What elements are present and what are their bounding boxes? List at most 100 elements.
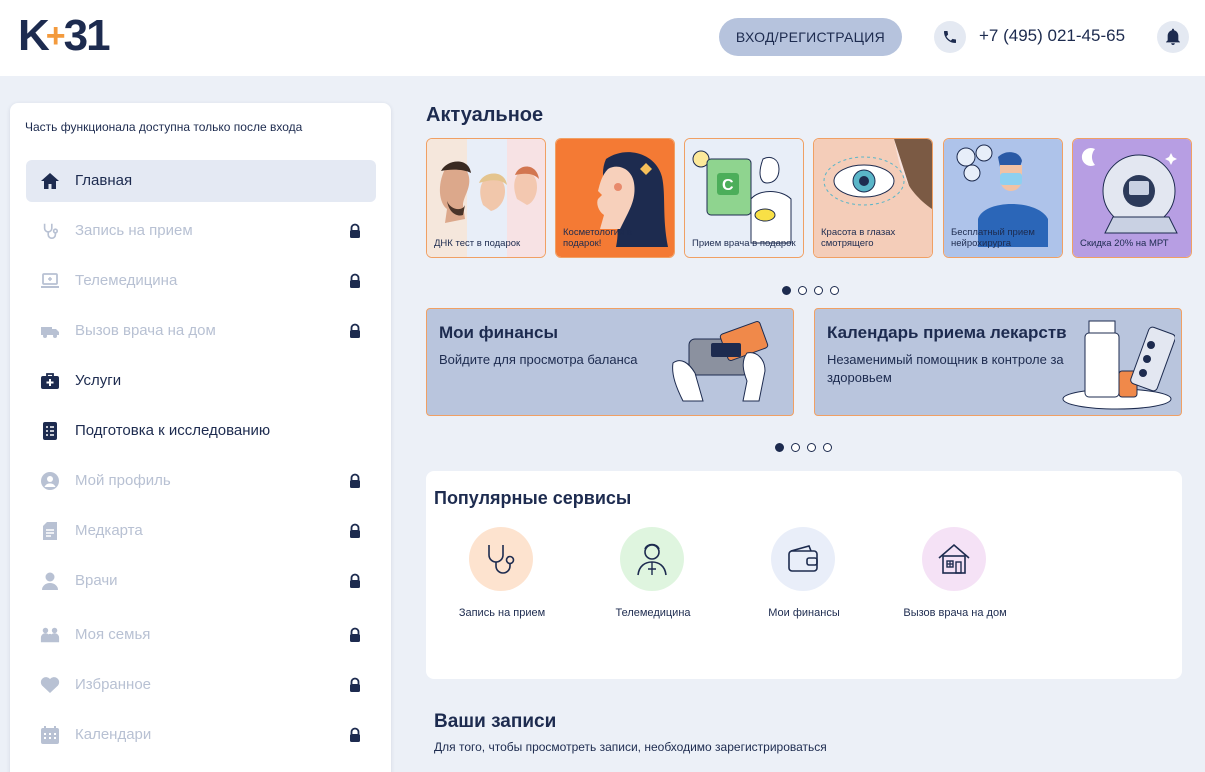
sidebar-item-label: Врачи [75,572,118,589]
sidebar-item-services[interactable]: Услуги [26,360,376,402]
pagination-dot[interactable] [782,286,791,295]
sidebar-item-home[interactable]: Главная [26,160,376,202]
phone-number[interactable]: +7 (495) 021-45-65 [979,26,1125,46]
wallet-icon [788,545,818,572]
lock-icon [350,627,360,642]
sidebar-item-label: Медкарта [75,522,143,539]
pagination-dot[interactable] [807,443,816,452]
pagination-dot[interactable] [830,286,839,295]
sidebar-item-family[interactable]: Моя семья [26,614,376,656]
feature-title: Календарь приема лекарств [827,323,1067,342]
promo-card-dna[interactable]: ДНК тест в подарок [426,138,546,258]
family-icon [40,625,60,645]
svg-text:C: C [722,177,734,194]
lock-icon [350,273,360,288]
login-register-button[interactable]: ВХОД/РЕГИСТРАЦИЯ [719,18,902,56]
finance-card[interactable]: Мои финансы Войдите для просмотра баланс… [426,308,794,416]
lock-icon [350,323,360,338]
doctor-icon [637,543,667,576]
promo-card-neurosurgeon[interactable]: Бесплатный прием нейрохирурга [943,138,1063,258]
sidebar-note: Часть функционала доступна только после … [25,120,303,134]
stethoscope-icon [40,221,60,241]
sidebar-item-medcard[interactable]: Медкарта [26,510,376,552]
service-telemedicine[interactable]: Телемедицина [577,527,729,627]
pagination-dot[interactable] [814,286,823,295]
promo-label: Красота в глазах смотрящего [821,227,896,249]
feature-text: Войдите для просмотра баланса [439,352,638,367]
sidebar-item-label: Мой профиль [75,472,171,489]
pagination-dot[interactable] [798,286,807,295]
sidebar-item-label: Подготовка к исследованию [75,422,271,439]
logo[interactable]: K + 31 [18,11,111,60]
service-label: Мои финансы [768,607,840,619]
pagination-dot[interactable] [791,443,800,452]
lock-icon [350,223,360,238]
lock-icon [350,573,360,588]
sidebar-item-doctors[interactable]: Врачи [26,560,376,602]
sidebar-item-label: Главная [75,172,133,189]
sidebar-item-appointment[interactable]: Запись на прием [26,210,376,252]
pagination-dot[interactable] [823,443,832,452]
promo-pagination [782,286,839,295]
sidebar-item-label: Запись на прием [75,222,193,239]
lock-icon [350,677,360,692]
stethoscope-icon [488,545,515,574]
promo-card-mri[interactable]: Скидка 20% на МРТ [1072,138,1192,258]
promo-card-beauty[interactable]: Красота в глазах смотрящего [813,138,933,258]
service-label: Вызов врача на дом [903,607,1007,619]
services-title: Популярные сервисы [434,488,632,508]
medkit-icon [40,371,60,391]
lock-icon [350,473,360,488]
sidebar-item-favorites[interactable]: Избранное [26,664,376,706]
promo-label: Бесплатный прием нейрохирурга [951,227,1035,249]
sidebar-item-profile[interactable]: Мой профиль [26,460,376,502]
sidebar-item-label: Моя семья [75,626,151,643]
medication-calendar-card[interactable]: Календарь приема лекарств Незаменимый по… [814,308,1182,416]
medcard-icon [40,521,60,541]
records-text: Для того, чтобы просмотреть записи, необ… [434,740,827,754]
service-icon-wrap [469,527,533,591]
feature-text: Незаменимый помощник в контроле за здоро… [827,352,1064,385]
promo-label: Косметология в подарок! [563,227,632,249]
sidebar-item-calendars[interactable]: Календари [26,714,376,756]
calendar-icon [40,725,60,745]
sidebar-item-home-visit[interactable]: Вызов врача на дом [26,310,376,352]
promo-card-cosmetology[interactable]: Косметология в подарок! [555,138,675,258]
bell-icon[interactable] [1157,21,1189,53]
pagination-dot[interactable] [775,443,784,452]
house-icon [938,543,970,574]
service-home-visit[interactable]: Вызов врача на дом [879,527,1031,627]
sidebar-item-label: Телемедицина [75,272,178,289]
service-label: Телемедицина [615,607,691,619]
phone-icon[interactable] [934,21,966,53]
promo-card-doctor-gift[interactable]: C Прием врача в подарок [684,138,804,258]
sidebar-item-label: Избранное [75,676,152,693]
promo-label: Скидка 20% на МРТ [1080,238,1169,249]
home-icon [40,171,60,191]
service-finances[interactable]: Мои финансы [728,527,880,627]
sidebar-item-preparation[interactable]: Подготовка к исследованию [26,410,376,452]
actual-title: Актуальное [426,104,544,126]
pills-illustration [1062,320,1175,410]
ambulance-icon [40,321,60,341]
lock-icon [350,727,360,742]
service-appointment[interactable]: Запись на прием [426,527,578,627]
logo-number: 31 [63,11,111,60]
popular-services: Популярные сервисы Запись на прием Телем… [426,471,1182,679]
sidebar-item-label: Календари [75,726,152,743]
features-pagination [775,443,832,452]
lock-icon [350,523,360,538]
sidebar-item-label: Вызов врача на дом [75,322,216,339]
feature-title: Мои финансы [439,323,559,342]
promo-label: ДНК тест в подарок [434,238,521,249]
checklist-icon [40,421,60,441]
logo-letter: K [18,11,50,60]
service-icon-wrap [620,527,684,591]
header: K + 31 ВХОД/РЕГИСТРАЦИЯ +7 (495) 021-45-… [0,0,1205,76]
service-icon-wrap [922,527,986,591]
sidebar: Часть функционала доступна только после … [10,103,391,772]
profile-icon [40,471,60,491]
sidebar-item-label: Услуги [75,372,122,389]
sidebar-item-telemedicine[interactable]: Телемедицина [26,260,376,302]
laptop-icon [40,271,60,291]
